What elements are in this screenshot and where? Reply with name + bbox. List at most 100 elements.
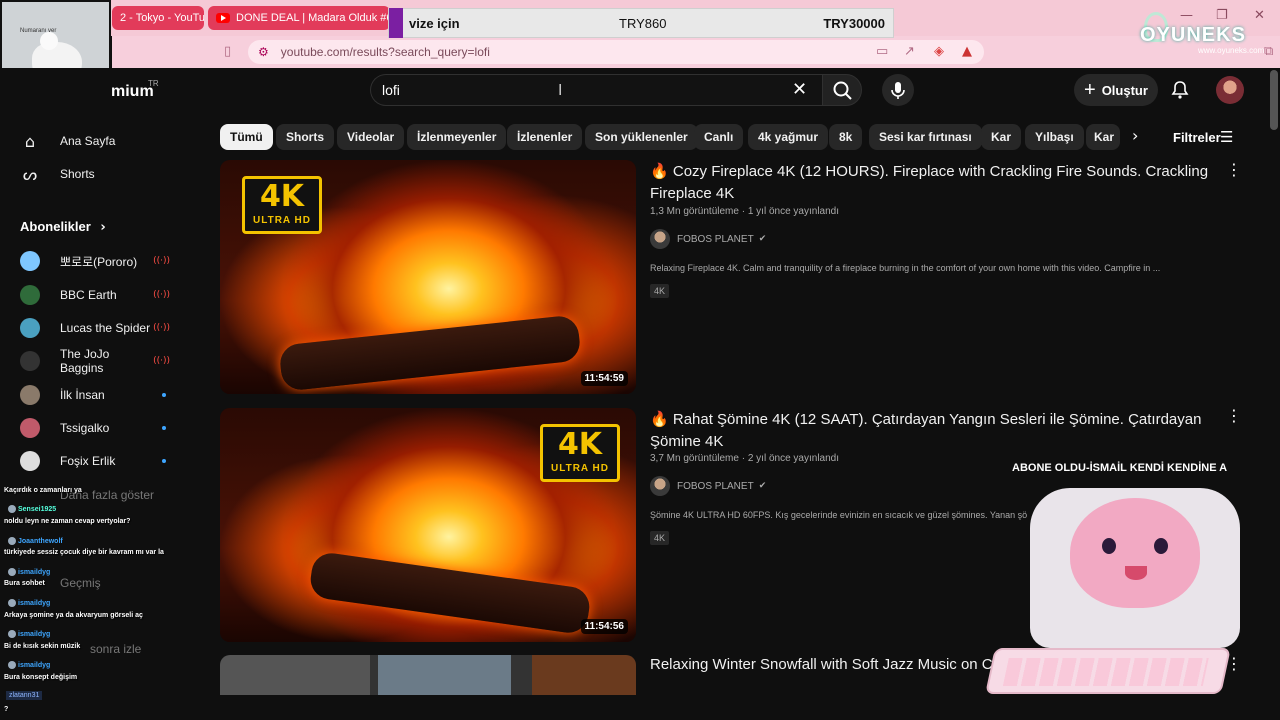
browser-tab[interactable]: DONE DEAL | Madara Olduk #629	[208, 6, 390, 30]
bookmark-icon[interactable]: ▯	[224, 44, 231, 59]
username: Joaanthewolf	[18, 537, 63, 545]
page-scrollbar[interactable]	[1270, 70, 1278, 130]
video-meta: 1,3 Mn görüntüleme · 1 yıl önce yayınlan…	[650, 206, 840, 217]
filters-icon[interactable]: ☰	[1220, 128, 1233, 146]
channel-name: İlk İnsan	[60, 388, 105, 402]
chip-4k-rain[interactable]: 4k yağmur	[748, 124, 829, 150]
subscription-item[interactable]: İlk İnsan	[20, 384, 170, 406]
create-button[interactable]: + Oluştur	[1074, 74, 1158, 106]
more-actions-icon[interactable]: ⋮	[1226, 406, 1242, 425]
chip-new-year[interactable]: Yılbaşı	[1025, 124, 1084, 150]
rewards-icon[interactable]: ▲	[962, 44, 972, 59]
price-label: vize için	[409, 15, 460, 31]
sidebar-item-watch-later[interactable]: sonra izle	[90, 642, 141, 656]
url-field[interactable]: ⚙ youtube.com/results?search_query=lofi	[248, 40, 984, 64]
chip-live[interactable]: Canlı	[694, 124, 744, 150]
chip-more[interactable]: Kar	[1086, 124, 1120, 150]
video-thumbnail[interactable]	[220, 655, 636, 695]
filters-button[interactable]: Filtreler	[1173, 130, 1221, 145]
sidebar-item-home[interactable]: ⌂ Ana Sayfa	[20, 129, 115, 153]
search-input[interactable]	[370, 74, 822, 106]
badge-icon	[8, 537, 16, 545]
live-icon: ((·))	[153, 356, 170, 366]
username: ismaildyg	[18, 630, 51, 638]
subscriptions-heading[interactable]: Abonelikler ›	[20, 219, 106, 235]
chip-unwatched[interactable]: İzlenmeyenler	[407, 124, 507, 150]
chat-message: Bura sohbet	[4, 580, 45, 587]
subscription-item[interactable]: 뽀로로(Pororo) ((·))	[20, 250, 170, 272]
clear-search-icon[interactable]: ✕	[792, 79, 807, 100]
mic-icon	[891, 82, 905, 99]
video-title-text: Cozy Fireplace 4K (12 HOURS). Fireplace …	[650, 163, 1209, 202]
vtuber-mascot	[1030, 478, 1240, 648]
notifications-icon[interactable]	[1170, 80, 1190, 100]
channel-avatar	[20, 418, 40, 438]
chip-8k[interactable]: 8k	[829, 124, 863, 150]
chat-username: ismaildyg	[8, 630, 50, 638]
url-text: youtube.com/results?search_query=lofi	[280, 45, 490, 59]
channel-avatar	[650, 229, 670, 249]
voice-search-button[interactable]	[882, 74, 914, 106]
search-icon	[833, 81, 852, 100]
subscription-item[interactable]: Foşix Erlik	[20, 450, 170, 472]
subscription-item[interactable]: BBC Earth ((·))	[20, 284, 170, 306]
live-icon: ((·))	[153, 323, 170, 333]
cast-icon[interactable]: ▭	[876, 44, 888, 59]
chip-next-icon[interactable]: ›	[1132, 126, 1138, 145]
video-title[interactable]: Relaxing Winter Snowfall with Soft Jazz …	[650, 654, 1020, 676]
subscription-item[interactable]: The JoJo Baggins ((·))	[20, 347, 170, 375]
minimize-button[interactable]: —	[1180, 8, 1193, 23]
video-description: Şömine 4K ULTRA HD 60FPS. Kış gecelerind…	[650, 510, 1028, 520]
upload-age: 2 yıl önce yayınlandı	[747, 453, 840, 464]
account-avatar[interactable]	[1216, 76, 1244, 104]
more-actions-icon[interactable]: ⋮	[1226, 160, 1242, 179]
video-description: Relaxing Fireplace 4K. Calm and tranquil…	[650, 263, 1161, 273]
channel-link[interactable]: FOBOS PLANET ✔	[650, 229, 766, 249]
share-icon[interactable]: ↗	[904, 44, 915, 59]
fire-icon: 🔥	[650, 410, 669, 428]
badge-4k-text: 4K	[259, 179, 305, 214]
shield-icon[interactable]: ◈	[934, 44, 944, 59]
browser-tab[interactable]: 2 - Tokyo - YouTub	[112, 6, 204, 30]
country-code: TR	[148, 79, 159, 88]
chip-shorts[interactable]: Shorts	[276, 124, 335, 150]
chip-videos[interactable]: Videolar	[337, 124, 405, 150]
channel-name: Tssigalko	[60, 421, 110, 435]
search-button[interactable]	[822, 74, 862, 106]
price-overlay: vize için TRY860 TRY30000	[388, 8, 894, 38]
video-thumbnail[interactable]: 4K ULTRA HD 11:54:56	[220, 408, 636, 642]
video-tag: 4K	[650, 531, 670, 545]
create-label: Oluştur	[1101, 82, 1148, 98]
restore-button[interactable]: ❐	[1216, 8, 1228, 23]
live-icon: ((·))	[153, 256, 170, 266]
channel-avatar	[650, 476, 670, 496]
subscription-item[interactable]: Lucas the Spider ((·))	[20, 317, 170, 339]
chip-snow[interactable]: Kar	[981, 124, 1022, 150]
shorts-icon: ᔕ	[22, 164, 38, 184]
chat-username: ismaildyg	[8, 661, 50, 669]
video-title[interactable]: 🔥 Cozy Fireplace 4K (12 HOURS). Fireplac…	[650, 160, 1210, 205]
view-count: 3,7 Mn görüntüleme	[650, 453, 739, 464]
new-content-dot	[162, 426, 166, 430]
badge-uhd-text: ULTRA HD	[551, 463, 609, 474]
channel-link[interactable]: FOBOS PLANET ✔	[650, 476, 766, 496]
video-title-text: Rahat Şömine 4K (12 SAAT). Çatırdayan Ya…	[650, 411, 1202, 450]
view-count: 1,3 Mn görüntüleme	[650, 206, 739, 217]
close-window-button[interactable]: ✕	[1254, 8, 1265, 23]
price-2: TRY30000	[823, 15, 885, 31]
video-title[interactable]: 🔥 Rahat Şömine 4K (12 SAAT). Çatırdayan …	[650, 408, 1210, 453]
chip-snowstorm[interactable]: Sesi kar fırtınası	[869, 124, 982, 150]
video-thumbnail[interactable]: 4K ULTRA HD 11:54:59	[220, 160, 636, 394]
sidebar-item-history[interactable]: Geçmiş	[60, 576, 101, 590]
sidebar-item-shorts[interactable]: ᔕ Shorts	[20, 162, 95, 186]
mascot-head	[1070, 498, 1200, 608]
site-info-icon[interactable]: ⚙	[258, 45, 269, 59]
price-accent	[389, 8, 403, 38]
chip-watched[interactable]: İzlenenler	[507, 124, 583, 150]
subscription-item[interactable]: Tssigalko	[20, 417, 170, 439]
chip-recent[interactable]: Son yüklenenler	[585, 124, 698, 150]
chip-all[interactable]: Tümü	[220, 124, 273, 150]
badge-icon	[8, 630, 16, 638]
sidebar-item-label: Shorts	[60, 167, 95, 181]
channel-name: The JoJo Baggins	[60, 347, 110, 375]
